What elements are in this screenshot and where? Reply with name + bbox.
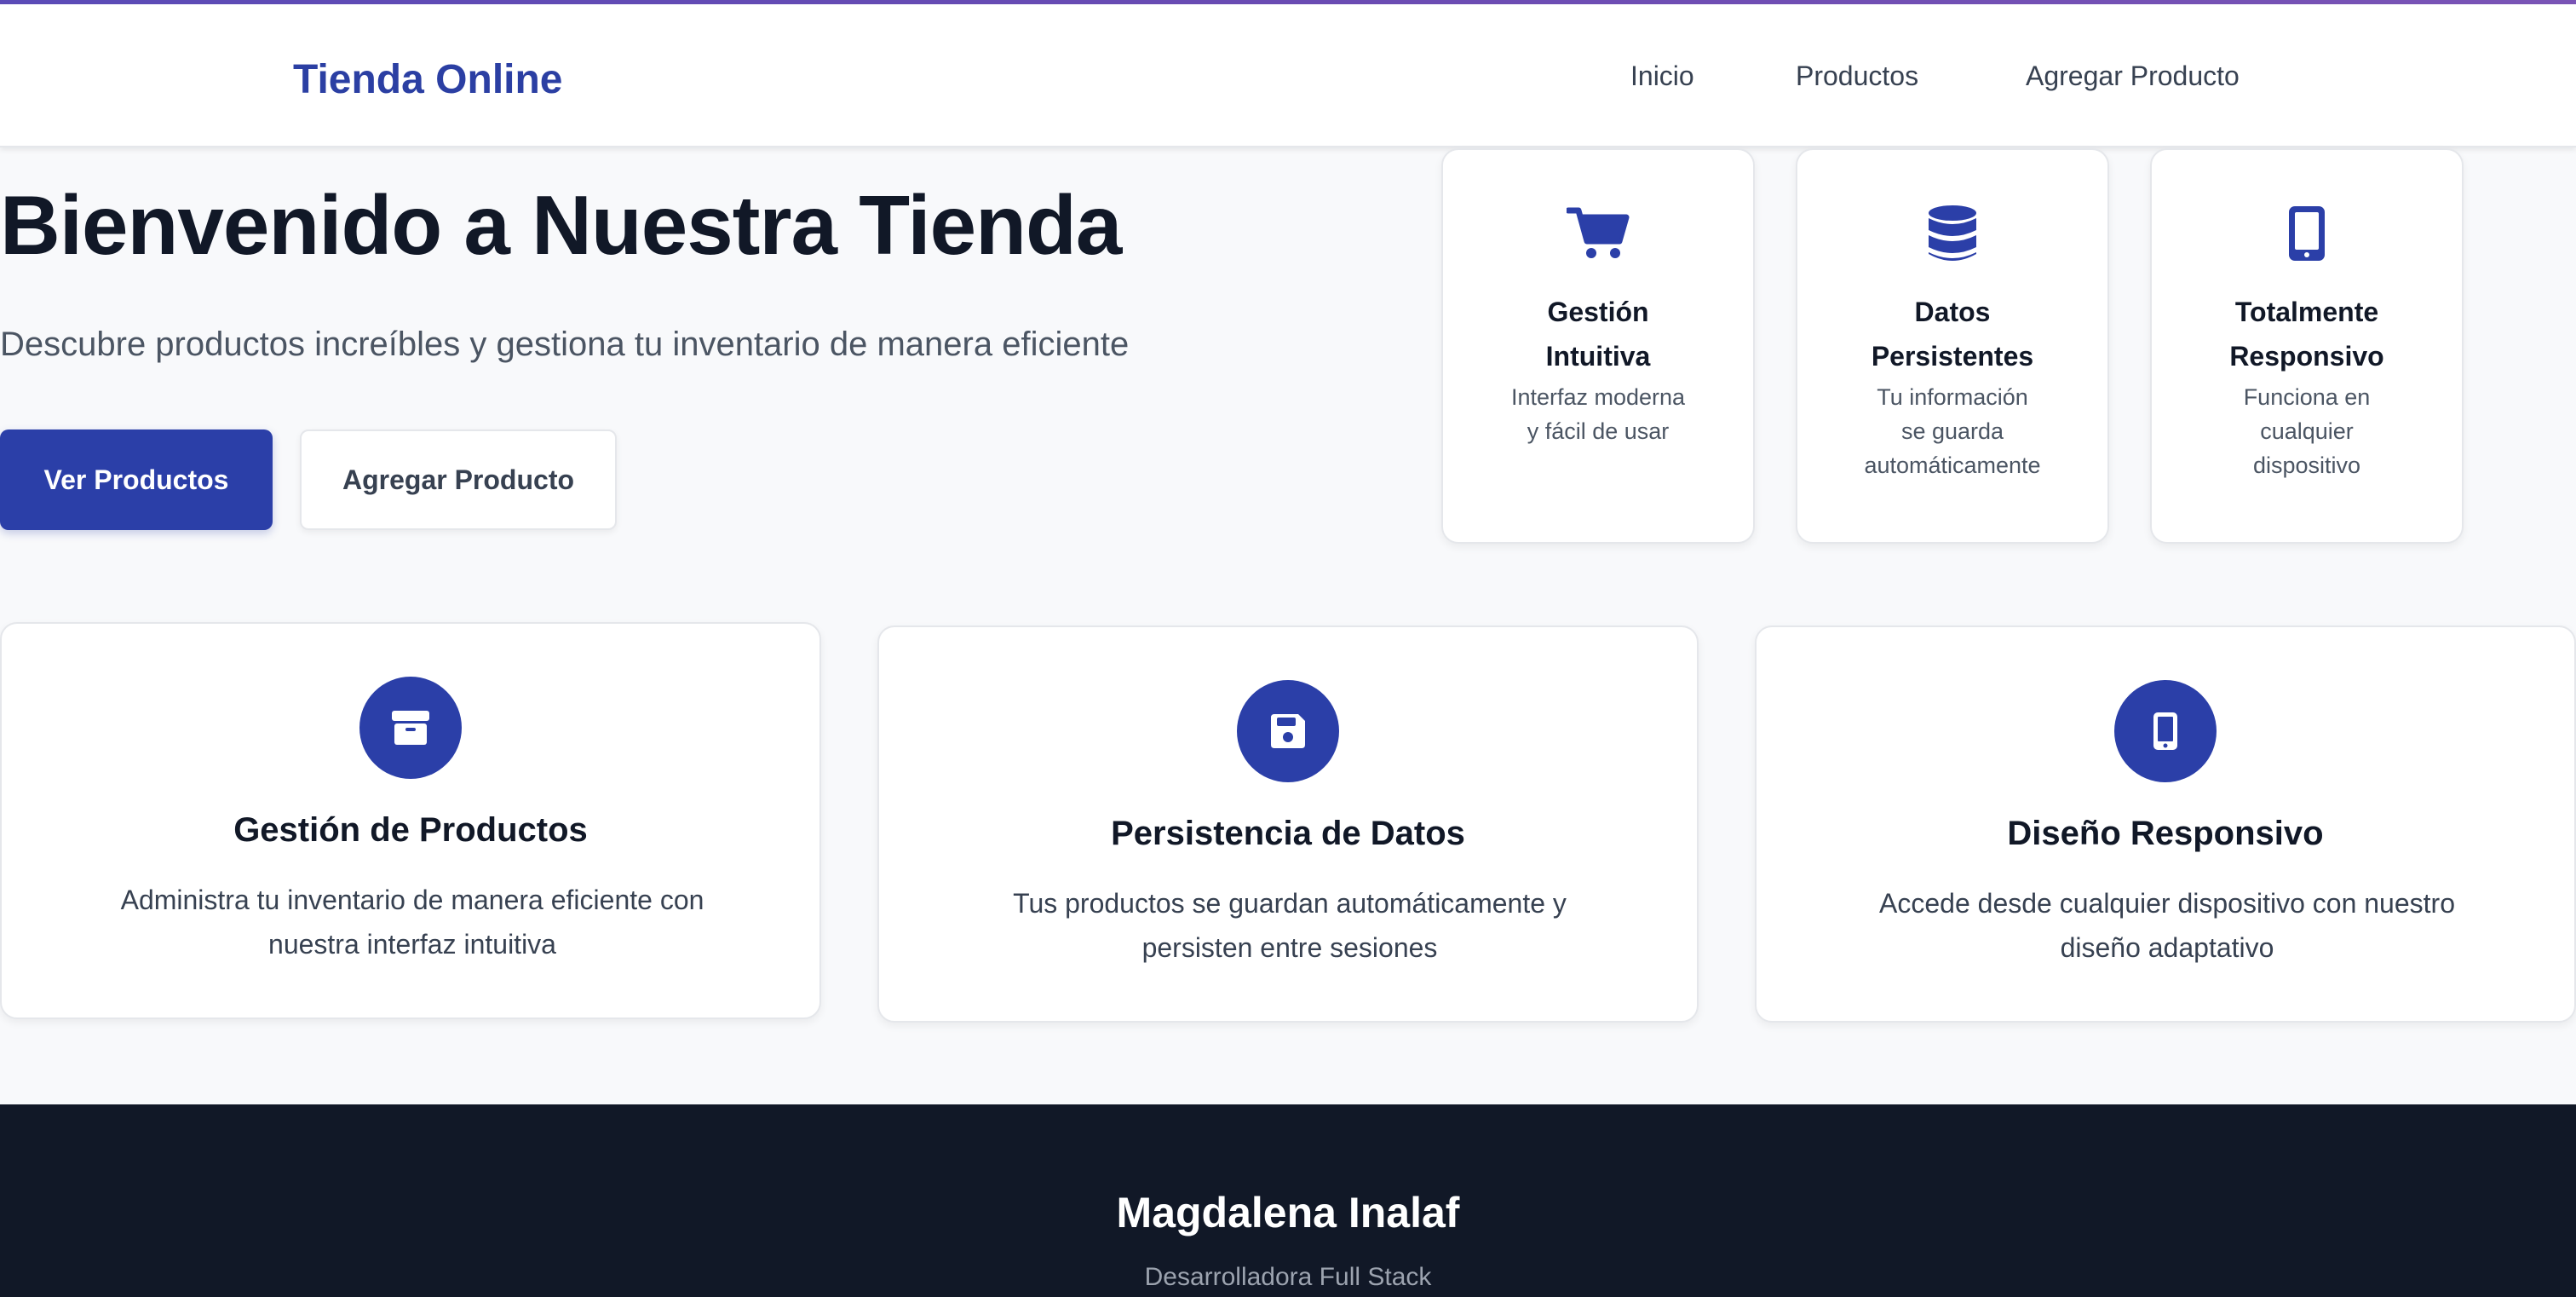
mini-card-totalmente-responsivo: Totalmente Responsivo Funciona en cualqu… [2150,148,2464,544]
brand-logo[interactable]: Tienda Online [293,4,563,147]
navbar: Tienda Online Inicio Productos Agregar P… [0,4,2576,147]
feature-card-persistencia-datos: Persistencia de Datos Tus productos se g… [877,625,1699,1023]
hero-title: Bienvenido a Nuestra Tienda [0,178,1122,272]
hero-subtitle: Descubre productos increíbles y gestiona… [0,326,1130,363]
feature-description: Administra tu inventario de manera efici… [120,885,704,960]
mini-card-description: Funciona en cualquier dispositivo [2243,384,2371,478]
footer: Magdalena Inalaf Desarrolladora Full Sta… [0,1104,2576,1297]
feature-card-diseno-responsivo: Diseño Responsivo Accede desde cualquier… [1755,625,2576,1023]
feature-title: Diseño Responsivo [2007,815,2324,852]
footer-author-role: Desarrolladora Full Stack [1144,1263,1432,1291]
mobile-phone-icon [2152,199,2462,268]
shopping-cart-icon [1443,199,1753,268]
mini-card-gestion-intuitiva: Gestión Intuitiva Interfaz moderna y fác… [1441,148,1755,544]
mini-card-title: Totalmente Responsivo [2229,297,2384,372]
footer-author-name: Magdalena Inalaf [1116,1189,1460,1236]
feature-title: Gestión de Productos [233,811,588,849]
nav-link-agregar-producto[interactable]: Agregar Producto [2026,4,2240,147]
nav-link-inicio[interactable]: Inicio [1630,4,1694,147]
floppy-disk-icon [1237,680,1339,782]
mini-card-datos-persistentes: Datos Persistentes Tu información se gua… [1796,148,2109,544]
mini-card-title: Datos Persistentes [1871,297,2034,372]
view-products-button[interactable]: Ver Productos [0,429,273,530]
nav-link-productos[interactable]: Productos [1796,4,1918,147]
add-product-button[interactable]: Agregar Producto [300,429,617,530]
mini-card-description: Tu información se guarda automáticamente [1864,384,2041,478]
database-icon [1797,199,2107,268]
mini-card-title: Gestión Intuitiva [1545,297,1651,372]
box-icon [359,677,462,779]
feature-title: Persistencia de Datos [1111,815,1465,852]
feature-description: Accede desde cualquier dispositivo con n… [1879,888,2455,963]
feature-description: Tus productos se guardan automáticamente… [1013,888,1567,963]
feature-card-gestion-productos: Gestión de Productos Administra tu inven… [0,622,821,1019]
mini-card-description: Interfaz moderna y fácil de usar [1510,384,1686,444]
mobile-phone-icon [2114,680,2217,782]
